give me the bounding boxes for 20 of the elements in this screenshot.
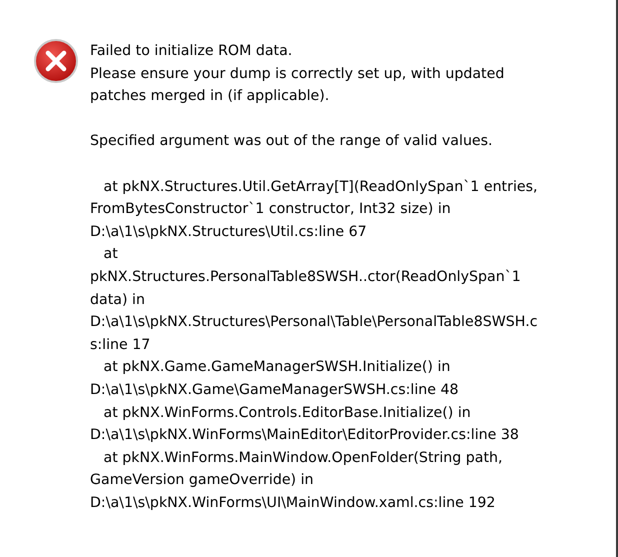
message-line: D:\a\1\s\pkNX.Game\GameManagerSWSH.cs:line 48	[90, 380, 460, 400]
message-line: Please ensure your dump is correctly set up, with updated	[90, 64, 506, 84]
message-line: Specified argument was out of the range of valid values.	[90, 132, 494, 152]
message-line: pkNX.Structures.PersonalTable8SWSH..ctor(ReadOnlySpan`1	[90, 268, 522, 287]
message-line: D:\a\1\s\pkNX.Structures\Util.cs:line 67	[90, 222, 368, 242]
message-line: at pkNX.WinForms.MainWindow.OpenFolder(String path,	[102, 448, 504, 468]
message-line: Failed to initialize ROM data.	[90, 42, 294, 61]
message-line: at pkNX.WinForms.Controls.EditorBase.Initialize() in	[102, 404, 472, 422]
message-line: FromBytesConstructor`1 constructor, Int32 size) in	[90, 200, 452, 220]
message-line: GameVersion gameOverride) in	[90, 471, 315, 490]
message-line: D:\a\1\s\pkNX.Structures\Personal\Table\PersonalTable8SWSH.c	[90, 313, 538, 332]
message-line: at pkNX.Game.GameManagerSWSH.Initialize() in	[102, 358, 452, 378]
message-line: patches merged in (if applicable).	[90, 87, 330, 106]
message-line: at pkNX.Structures.Util.GetArray[T](ReadOnlySpan`1 entries,	[102, 178, 538, 197]
message-line: data) in	[90, 290, 146, 310]
message-line: s:line 17	[90, 336, 152, 355]
error-icon	[33, 38, 79, 84]
message-line: at	[102, 245, 119, 264]
message-line: D:\a\1\s\pkNX.WinForms\UI\MainWindow.xaml.cs:line 192	[90, 494, 496, 513]
message-line: D:\a\1\s\pkNX.WinForms\MainEditor\EditorProvider.cs:line 38	[90, 426, 520, 446]
